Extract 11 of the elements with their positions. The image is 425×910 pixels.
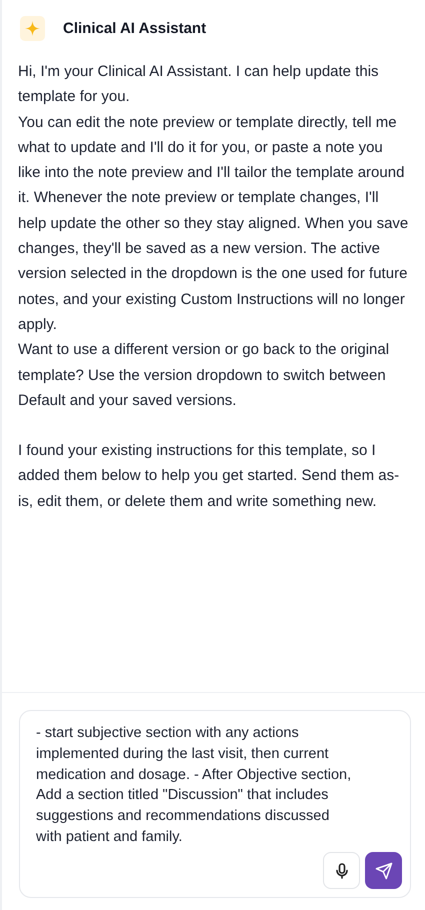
microphone-button[interactable] [323,852,360,889]
sparkle-icon [25,21,40,36]
message-paragraph: Want to use a different version or go back to the original template? Use the version dropdown to switch between Default and your saved versions. [18,340,390,411]
message-field[interactable]: - start subjective section with any actions implemented during the last visit, then current medication and dosage. - After Objective section, Add a section titled "Discussion" that includes suggestions and recommendations discussed with patient and family. [19,710,411,898]
assistant-title: Clinical AI Assistant [63,20,206,37]
send-button[interactable] [365,852,402,889]
message-paragraph: Hi, I'm your Clinical AI Assistant. I can help update this template for you. [18,62,380,108]
message-paragraph: I found your existing instructions for this template, so I added them below to help you get started. Send them as-is, edit them, or delete them and write something new. [18,441,400,512]
message-paragraph: You can edit the note preview or template directly, tell me what to update and I'll do it for you, or paste a note you like into the note preview and I'll tailor the template around it. Whenever the note preview or template changes, I'll help update the other so they stay aligned. When you save changes, they'll be saved as a new version. The active version selected in the dropdown is the one used for future notes, and your existing Custom Instructions will no longer apply. [18,112,409,335]
send-icon [374,862,392,880]
microphone-icon [334,862,348,878]
